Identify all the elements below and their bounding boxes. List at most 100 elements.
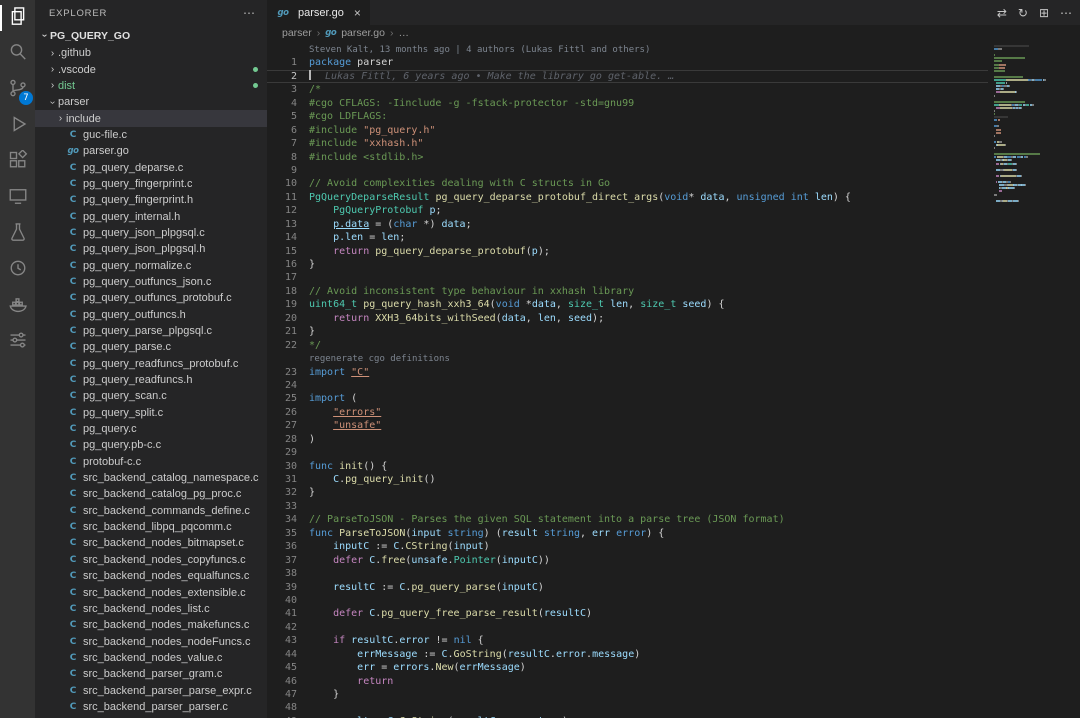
line-number[interactable]: 32 [267, 486, 297, 499]
line-number[interactable]: 48 [267, 701, 297, 714]
tree-file-src_backend_libpq_pqcomm.c[interactable]: Csrc_backend_libpq_pqcomm.c [35, 519, 267, 535]
run-debug-activity-button[interactable] [0, 108, 35, 144]
tree-folder-.vscode[interactable]: ›.vscode [35, 61, 267, 77]
tree-file-src_backend_catalog_namespace.c[interactable]: Csrc_backend_catalog_namespace.c [35, 470, 267, 486]
docker-activity-button[interactable] [0, 288, 35, 324]
line-number[interactable]: 40 [267, 594, 297, 607]
line-number[interactable]: 6 [267, 124, 297, 137]
tree-file-pg_query_parse.c[interactable]: Cpg_query_parse.c [35, 339, 267, 355]
line-number[interactable]: 28 [267, 433, 297, 446]
line-number[interactable]: 43 [267, 634, 297, 647]
tree-folder-include[interactable]: ›include [35, 110, 267, 126]
line-number[interactable]: 5 [267, 110, 297, 123]
line-number[interactable]: 26 [267, 406, 297, 419]
line-number[interactable]: 35 [267, 527, 297, 540]
line-number[interactable]: 47 [267, 688, 297, 701]
tree-file-pg_query.c[interactable]: Cpg_query.c [35, 421, 267, 437]
line-number[interactable]: 9 [267, 164, 297, 177]
source-control-activity-button[interactable]: 7 [0, 72, 35, 108]
settings-sliders-activity-button[interactable] [0, 324, 35, 360]
tree-file-pg_query_readfuncs.h[interactable]: Cpg_query_readfuncs.h [35, 372, 267, 388]
explorer-activity-button[interactable] [0, 0, 35, 36]
tree-file-pg_query_deparse.c[interactable]: Cpg_query_deparse.c [35, 159, 267, 175]
breadcrumb-symbol[interactable]: … [398, 27, 409, 39]
line-number[interactable]: 39 [267, 581, 297, 594]
line-number[interactable]: 2 [267, 70, 297, 83]
tree-file-src_backend_nodes_nodeFuncs.c[interactable]: Csrc_backend_nodes_nodeFuncs.c [35, 633, 267, 649]
line-number[interactable]: 14 [267, 231, 297, 244]
line-number[interactable]: 19 [267, 298, 297, 311]
breadcrumb-folder[interactable]: parser [282, 27, 312, 39]
remote-explorer-activity-button[interactable] [0, 180, 35, 216]
tree-folder-parser[interactable]: ›parser [35, 94, 267, 110]
tree-file-pg_query_fingerprint.c[interactable]: Cpg_query_fingerprint.c [35, 176, 267, 192]
open-changes-icon[interactable]: ⇄ [997, 6, 1007, 20]
testing-activity-button[interactable] [0, 216, 35, 252]
tree-file-pg_query_parse_plpgsql.c[interactable]: Cpg_query_parse_plpgsql.c [35, 323, 267, 339]
tree-file-src_backend_nodes_bitmapset.c[interactable]: Csrc_backend_nodes_bitmapset.c [35, 535, 267, 551]
tree-file-pg_query_split.c[interactable]: Cpg_query_split.c [35, 405, 267, 421]
tree-folder-dist[interactable]: ›dist [35, 78, 267, 94]
line-number[interactable]: 12 [267, 204, 297, 217]
tree-file-src_backend_nodes_list.c[interactable]: Csrc_backend_nodes_list.c [35, 601, 267, 617]
tree-file-src_backend_parser_parse_expr.c[interactable]: Csrc_backend_parser_parse_expr.c [35, 682, 267, 698]
tree-file-pg_query_readfuncs_protobuf.c[interactable]: Cpg_query_readfuncs_protobuf.c [35, 356, 267, 372]
tree-file-pg_query_normalize.c[interactable]: Cpg_query_normalize.c [35, 257, 267, 273]
tree-file-pg_query_outfuncs_protobuf.c[interactable]: Cpg_query_outfuncs_protobuf.c [35, 290, 267, 306]
line-number[interactable]: 20 [267, 312, 297, 325]
line-number[interactable]: 16 [267, 258, 297, 271]
codelens-text[interactable]: regenerate cgo definitions [309, 354, 450, 364]
explorer-more-actions-icon[interactable]: ⋯ [243, 6, 255, 20]
line-number[interactable]: 30 [267, 460, 297, 473]
tree-file-pg_query_fingerprint.h[interactable]: Cpg_query_fingerprint.h [35, 192, 267, 208]
line-number[interactable]: 42 [267, 621, 297, 634]
line-number[interactable]: 21 [267, 325, 297, 338]
line-number[interactable]: 46 [267, 675, 297, 688]
line-number[interactable]: 25 [267, 392, 297, 405]
more-actions-icon[interactable]: ⋯ [1060, 6, 1072, 20]
tree-file-src_backend_nodes_copyfuncs.c[interactable]: Csrc_backend_nodes_copyfuncs.c [35, 552, 267, 568]
line-number[interactable]: 8 [267, 151, 297, 164]
split-editor-icon[interactable]: ⊞ [1039, 6, 1049, 20]
line-number[interactable]: 13 [267, 218, 297, 231]
tree-folder-.github[interactable]: ›.github [35, 45, 267, 61]
line-number[interactable] [267, 43, 297, 56]
tree-file-src_backend_commands_define.c[interactable]: Csrc_backend_commands_define.c [35, 503, 267, 519]
line-number[interactable]: 11 [267, 191, 297, 204]
line-number[interactable]: 44 [267, 648, 297, 661]
close-tab-icon[interactable]: × [354, 6, 361, 20]
line-number[interactable]: 3 [267, 83, 297, 96]
line-number[interactable]: 23 [267, 366, 297, 379]
line-number[interactable]: 4 [267, 97, 297, 110]
line-number[interactable]: 37 [267, 554, 297, 567]
tree-file-src_backend_nodes_value.c[interactable]: Csrc_backend_nodes_value.c [35, 650, 267, 666]
line-number[interactable]: 31 [267, 473, 297, 486]
line-number[interactable]: 15 [267, 245, 297, 258]
tree-file-pg_query_scan.c[interactable]: Cpg_query_scan.c [35, 388, 267, 404]
tree-file-protobuf-c.c[interactable]: Cprotobuf-c.c [35, 454, 267, 470]
line-number[interactable]: 36 [267, 540, 297, 553]
breadcrumb-file[interactable]: parser.go [341, 27, 385, 39]
tree-file-pg_query_outfuncs.h[interactable]: Cpg_query_outfuncs.h [35, 307, 267, 323]
line-number[interactable] [267, 352, 297, 365]
search-activity-button[interactable] [0, 36, 35, 72]
line-number[interactable]: 18 [267, 285, 297, 298]
line-number[interactable]: 41 [267, 607, 297, 620]
tree-file-src_backend_nodes_extensible.c[interactable]: Csrc_backend_nodes_extensible.c [35, 584, 267, 600]
tree-file-parser.go[interactable]: goparser.go [35, 143, 267, 159]
codelens-text[interactable]: Steven Kalt, 13 months ago | 4 authors (… [309, 45, 650, 55]
line-number[interactable]: 29 [267, 446, 297, 459]
refresh-icon[interactable]: ↻ [1018, 6, 1028, 20]
tree-file-pg_query_internal.h[interactable]: Cpg_query_internal.h [35, 208, 267, 224]
line-number[interactable]: 34 [267, 513, 297, 526]
tab-parser-go[interactable]: go parser.go × [267, 0, 370, 25]
tree-file-src_backend_parser_gram.c[interactable]: Csrc_backend_parser_gram.c [35, 666, 267, 682]
tree-file-pg_query.pb-c.c[interactable]: Cpg_query.pb-c.c [35, 437, 267, 453]
line-number[interactable]: 45 [267, 661, 297, 674]
line-number[interactable]: 1 [267, 56, 297, 69]
line-number[interactable]: 38 [267, 567, 297, 580]
line-number[interactable]: 24 [267, 379, 297, 392]
tree-file-pg_query_json_plpgsql.h[interactable]: Cpg_query_json_plpgsql.h [35, 241, 267, 257]
line-number[interactable]: 10 [267, 177, 297, 190]
tree-file-src_backend_nodes_equalfuncs.c[interactable]: Csrc_backend_nodes_equalfuncs.c [35, 568, 267, 584]
